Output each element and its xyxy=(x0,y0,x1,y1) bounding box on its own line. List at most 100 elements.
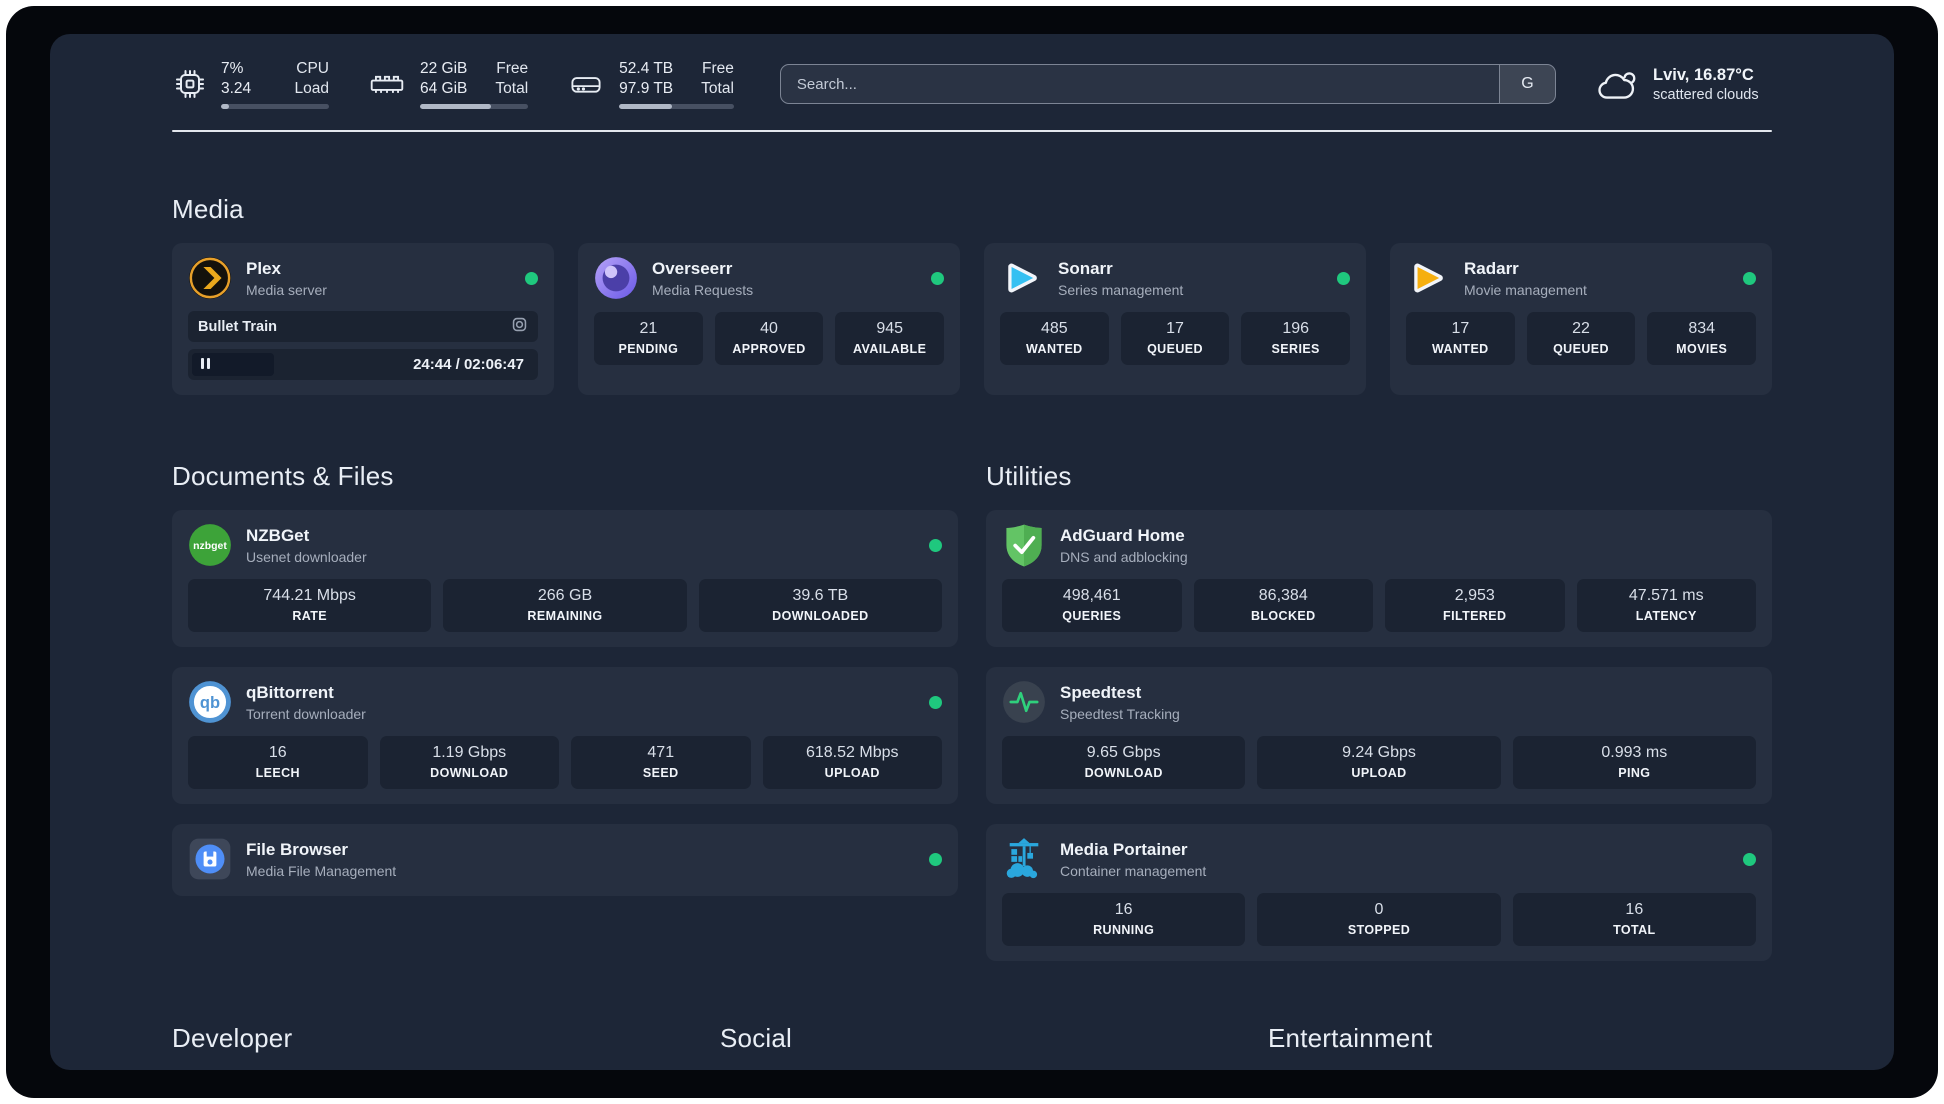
app-card-speedtest[interactable]: Speedtest Speedtest Tracking 9.65 Gbps DOWN… xyxy=(986,667,1772,804)
stat-label: WANTED xyxy=(1026,342,1083,356)
stat-label: AVAILABLE xyxy=(853,342,927,356)
speedtest-icon xyxy=(1002,680,1046,724)
app-description: Speedtest Tracking xyxy=(1060,705,1180,722)
status-dot xyxy=(1337,271,1350,285)
link-group-developer: DeveloperGHGithubgithub.comSOStackOverfl… xyxy=(172,1023,676,1070)
stat-value: 86,384 xyxy=(1258,587,1308,604)
stat-tile-running: 16 RUNNING xyxy=(1002,893,1246,946)
adguard-icon xyxy=(1002,523,1046,567)
weather-widget[interactable]: Lviv, 16.87°C scattered clouds xyxy=(1594,65,1772,103)
filebrowser-icon xyxy=(188,837,232,881)
utilities-cards-column: AdGuard Home DNS and adblocking 498,461 QUE… xyxy=(986,510,1772,961)
app-card-nzbget[interactable]: nzbget NZBGet Usenet downloader 744.21 Mbps… xyxy=(172,510,958,647)
stat-value: 471 xyxy=(647,744,675,761)
stat-tile-latency: 47.571 ms LATENCY xyxy=(1576,579,1756,632)
stat-tile-total: 16 TOTAL xyxy=(1512,893,1756,946)
app-name: File Browser xyxy=(246,839,349,859)
search-engine-button[interactable]: G xyxy=(1499,65,1555,103)
stat-label: STOPPED xyxy=(1347,923,1411,937)
stat-label: UPLOAD xyxy=(1351,766,1407,780)
now-playing-widget[interactable]: Bullet Train 24:44 / 02:06:47 xyxy=(188,311,538,380)
app-name: AdGuard Home xyxy=(1060,525,1185,545)
app-name: Speedtest xyxy=(1060,682,1142,702)
topbar: 7% 3.24 CPU Load 22 GiB 64 GiB Free Total 52.4 T… xyxy=(172,58,1772,110)
sonarr-icon xyxy=(1000,256,1044,300)
stat-labels: CPU Load xyxy=(294,59,329,97)
stat-label: QUEUED xyxy=(1147,342,1203,356)
stat-value: 196 xyxy=(1282,320,1310,337)
app-card-radarr[interactable]: Radarr Movie management 17 WANTED 22 QUEUED 83… xyxy=(1390,243,1772,395)
stat-value: 0 xyxy=(1374,901,1384,918)
app-name: Plex xyxy=(246,258,281,278)
link-group-social: SocialLILinkedInlinkedin.comTWTwittertwi… xyxy=(720,1023,1224,1070)
system-stat-disk: 52.4 TB 97.9 TB Free Total xyxy=(566,59,734,110)
app-name: Sonarr xyxy=(1058,258,1113,278)
app-name: Radarr xyxy=(1464,258,1519,278)
stat-tile-remaining: 266 GB REMAINING xyxy=(443,579,687,632)
stat-labels: Free Total xyxy=(495,59,529,97)
stat-labels: Free Total xyxy=(701,59,734,97)
cpu-chip-icon xyxy=(172,66,208,102)
weather-location-temp: Lviv, 16.87°C xyxy=(1653,65,1754,84)
now-playing-title: Bullet Train xyxy=(198,318,277,335)
app-card-sonarr[interactable]: Sonarr Series management 485 WANTED 17 QUEUED… xyxy=(984,243,1366,395)
app-card-overseerr[interactable]: Overseerr Media Requests 21 PENDING 40 APPROV… xyxy=(578,243,960,395)
playback-progress[interactable] xyxy=(192,353,274,376)
stat-value: 0.993 ms xyxy=(1601,744,1668,761)
section-title-social: Social xyxy=(720,1023,793,1053)
plex-icon xyxy=(188,256,232,300)
overseerr-icon xyxy=(594,256,638,300)
dashboard-panel: 7% 3.24 CPU Load 22 GiB 64 GiB Free Total 52.4 T… xyxy=(50,34,1894,1070)
stat-tile-pending: 21 PENDING xyxy=(594,312,703,365)
pause-icon xyxy=(201,356,213,374)
stat-tile-leech: 16 LEECH xyxy=(188,736,368,789)
stat-value: 17 xyxy=(1166,320,1184,337)
ram-icon xyxy=(367,67,407,101)
app-description: Media server xyxy=(246,281,327,298)
app-card-adguard[interactable]: AdGuard Home DNS and adblocking 498,461 QUE… xyxy=(986,510,1772,647)
app-card-qbittorrent[interactable]: qb qBittorrent Torrent downloader 16 LEECH 1.… xyxy=(172,667,958,804)
stat-label: WANTED xyxy=(1432,342,1489,356)
stat-tile-upload: 9.24 Gbps UPLOAD xyxy=(1257,736,1501,789)
system-stat-ram: 22 GiB 64 GiB Free Total xyxy=(367,59,529,110)
stat-value: 22 xyxy=(1572,320,1590,337)
search-input[interactable] xyxy=(780,65,1499,103)
app-card-filebrowser[interactable]: File Browser Media File Management xyxy=(172,824,958,896)
search-bar[interactable]: G xyxy=(779,64,1556,104)
stat-value: 1.19 Gbps xyxy=(432,744,507,761)
section-title-utilities: Utilities xyxy=(986,461,1072,491)
section-title-media: Media xyxy=(172,194,244,224)
stat-value: 834 xyxy=(1688,320,1716,337)
stat-tile-series: 196 SERIES xyxy=(1241,312,1351,365)
app-name: Media Portainer xyxy=(1060,839,1188,859)
stat-tile-downloaded: 39.6 TB DOWNLOADED xyxy=(698,579,942,632)
stat-values: 52.4 TB 97.9 TB xyxy=(619,59,674,97)
stat-label: LATENCY xyxy=(1635,609,1697,623)
stat-label: LEECH xyxy=(255,766,300,780)
stat-value: 16 xyxy=(268,744,287,761)
app-card-plex[interactable]: Plex Media server Bullet Train 24:44 / 02:0… xyxy=(172,243,554,395)
stat-label: UPLOAD xyxy=(824,766,880,780)
stat-tile-queries: 498,461 QUERIES xyxy=(1002,579,1182,632)
playback-time: 24:44 / 02:06:47 xyxy=(413,356,524,373)
status-dot xyxy=(929,695,942,709)
app-description: Media File Management xyxy=(246,862,397,879)
stat-tile-wanted: 485 WANTED xyxy=(1000,312,1109,365)
portainer-icon xyxy=(1002,837,1046,881)
usage-progress-bar xyxy=(619,104,734,110)
weather-condition: scattered clouds xyxy=(1653,86,1759,103)
stat-tile-filtered: 2,953 FILTERED xyxy=(1385,579,1565,632)
link-group-entertainment: EntertainmentYTYouTubeyoutube.comNFNetfl… xyxy=(1268,1023,1772,1070)
stat-value: 485 xyxy=(1040,320,1068,337)
system-stats: 7% 3.24 CPU Load 22 GiB 64 GiB Free Total 52.4 T… xyxy=(172,59,734,110)
app-card-portainer[interactable]: Media Portainer Container management 16 RUN… xyxy=(986,824,1772,961)
player-options-icon xyxy=(511,316,528,337)
stat-value: 266 GB xyxy=(537,587,593,604)
radarr-icon xyxy=(1406,256,1450,300)
stat-tile-queued: 22 QUEUED xyxy=(1526,312,1636,365)
stat-label: PENDING xyxy=(618,342,679,356)
app-description: Movie management xyxy=(1464,281,1587,298)
stat-tile-download: 1.19 Gbps DOWNLOAD xyxy=(379,736,559,789)
stat-label: TOTAL xyxy=(1613,923,1656,937)
stat-value: 498,461 xyxy=(1062,587,1121,604)
